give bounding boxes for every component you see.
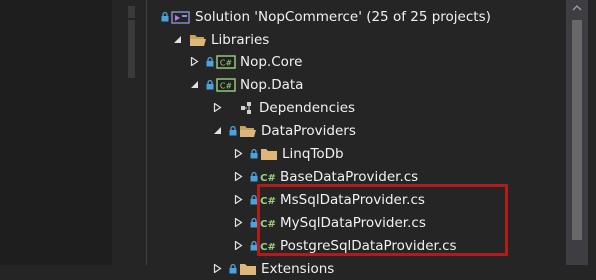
tree-row-nop-core[interactable]: C# Nop.Core — [147, 50, 564, 73]
editor-margin — [0, 0, 112, 265]
collapsed-arrow-icon[interactable] — [190, 57, 199, 66]
collapsed-arrow-icon[interactable] — [234, 172, 243, 181]
tree-row-libraries[interactable]: Libraries — [147, 28, 564, 51]
svg-text:C#: C# — [220, 58, 233, 67]
scroll-up-arrow-icon[interactable] — [572, 3, 582, 13]
tree-row-mssqldataprovider[interactable]: C# MsSqlDataProvider.cs — [147, 188, 564, 211]
tree-row-label: Solution 'NopCommerce' (25 of 25 project… — [195, 8, 491, 25]
csharp-file-icon: C# — [260, 170, 276, 184]
tree-row-label: MsSqlDataProvider.cs — [280, 191, 425, 208]
tree-row-label: Extensions — [261, 260, 335, 277]
svg-text:C#: C# — [260, 196, 276, 207]
collapsed-arrow-icon[interactable] — [213, 103, 222, 112]
csharp-project-icon: C# — [216, 54, 236, 69]
collapsed-arrow-icon[interactable] — [213, 264, 222, 273]
tree-row-label: Libraries — [211, 31, 270, 48]
csharp-project-icon: C# — [216, 77, 236, 92]
csharp-file-icon: C# — [260, 239, 276, 253]
csharp-file-icon: C# — [260, 193, 276, 207]
lock-icon — [250, 148, 258, 159]
tree-row-label: Nop.Core — [240, 53, 303, 70]
tree-row-dataproviders[interactable]: DataProviders — [147, 119, 564, 142]
svg-text:C#: C# — [260, 173, 276, 184]
open-folder-icon — [189, 33, 207, 47]
lock-icon — [206, 79, 214, 90]
tree-row-label: DataProviders — [261, 122, 356, 139]
solution-icon — [171, 10, 191, 24]
svg-text:C#: C# — [260, 242, 276, 253]
lock-icon — [250, 171, 258, 182]
tree-row-extensions[interactable]: Extensions — [147, 257, 564, 280]
collapsed-arrow-icon[interactable] — [234, 218, 243, 227]
tree-row-label: PostgreSqlDataProvider.cs — [280, 237, 457, 254]
tree-row-label: MySqlDataProvider.cs — [280, 214, 426, 231]
dependencies-icon — [239, 101, 255, 115]
tree-row-label: LinqToDb — [282, 145, 344, 162]
csharp-file-icon: C# — [260, 216, 276, 230]
tree-row-dependencies[interactable]: Dependencies — [147, 96, 564, 119]
tree-row-basedataprovider[interactable]: C# BaseDataProvider.cs — [147, 165, 564, 188]
expanded-arrow-icon[interactable] — [173, 35, 182, 44]
collapsed-arrow-icon[interactable] — [234, 241, 243, 250]
tree-row-linqtodb[interactable]: LinqToDb — [147, 142, 564, 165]
lock-icon — [206, 56, 214, 67]
tree-row-solution[interactable]: Solution 'NopCommerce' (25 of 25 project… — [147, 5, 564, 28]
scrollbar-thumb[interactable] — [572, 20, 582, 240]
tree-row-postgresqldataprovider[interactable]: C# PostgreSqlDataProvider.cs — [147, 234, 564, 257]
svg-text:C#: C# — [260, 219, 276, 230]
lock-icon — [229, 125, 237, 136]
margin-marker — [128, 20, 135, 78]
tree-row-label: Nop.Data — [240, 76, 304, 93]
solution-explorer-tree: Solution 'NopCommerce' (25 of 25 project… — [147, 0, 564, 277]
lock-icon — [250, 240, 258, 251]
folder-icon — [239, 262, 257, 276]
tree-row-nop-data[interactable]: C# Nop.Data — [147, 73, 564, 96]
lock-icon — [229, 263, 237, 274]
lock-icon — [250, 217, 258, 228]
expanded-arrow-icon[interactable] — [213, 126, 222, 135]
margin-marker — [128, 6, 135, 18]
svg-text:C#: C# — [220, 81, 233, 90]
expanded-arrow-icon[interactable] — [190, 80, 199, 89]
collapsed-arrow-icon[interactable] — [234, 195, 243, 204]
lock-icon — [161, 11, 169, 22]
tree-row-mysqldataprovider[interactable]: C# MySqlDataProvider.cs — [147, 211, 564, 234]
lock-icon — [250, 194, 258, 205]
tree-row-label: Dependencies — [259, 99, 356, 116]
open-folder-icon — [239, 124, 257, 138]
folder-icon — [260, 147, 278, 161]
tree-row-label: BaseDataProvider.cs — [280, 168, 419, 185]
collapsed-arrow-icon[interactable] — [234, 149, 243, 158]
